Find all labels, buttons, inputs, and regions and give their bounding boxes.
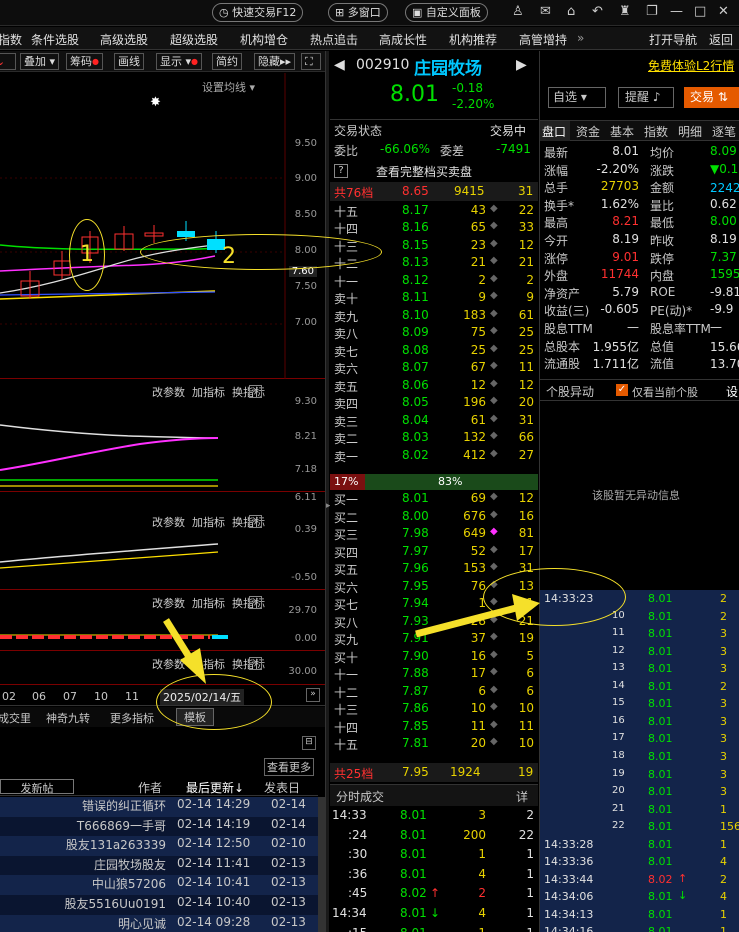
- annotation-arrows: [163, 594, 540, 684]
